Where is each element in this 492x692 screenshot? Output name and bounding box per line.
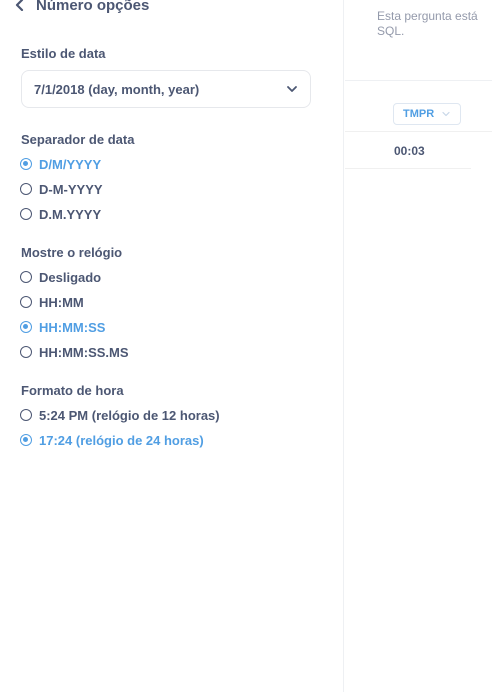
date-style-label: Estilo de data bbox=[21, 46, 106, 61]
radio-separator-slash[interactable]: D/M/YYYY bbox=[20, 155, 101, 173]
radio-circle bbox=[20, 158, 32, 170]
radio-circle bbox=[20, 208, 32, 220]
native-query-notice: Esta pergunta está SQL. bbox=[377, 9, 492, 39]
radio-label: HH:MM bbox=[39, 294, 84, 310]
radio-clock-hhmmssms[interactable]: HH:MM:SS.MS bbox=[20, 343, 129, 361]
radio-separator-dot[interactable]: D.M.YYYY bbox=[20, 205, 101, 223]
sidebar: Número opções Estilo de data 7/1/2018 (d… bbox=[0, 0, 344, 692]
radio-clock-hhmm[interactable]: HH:MM bbox=[20, 293, 84, 311]
radio-label: D/M/YYYY bbox=[39, 156, 102, 172]
radio-circle bbox=[20, 183, 32, 195]
radio-label: D.M.YYYY bbox=[39, 206, 102, 222]
show-clock-label: Mostre o relógio bbox=[21, 245, 123, 260]
results-panel: Esta pergunta está SQL. TMPR 00:03 bbox=[345, 0, 492, 692]
date-style-select[interactable]: 7/1/2018 (day, month, year) bbox=[21, 70, 311, 108]
chevron-left-icon bbox=[15, 0, 24, 11]
divider bbox=[345, 80, 492, 81]
divider bbox=[345, 168, 471, 169]
radio-circle bbox=[20, 296, 32, 308]
radio-circle bbox=[20, 321, 32, 333]
table-cell: 00:03 bbox=[394, 144, 425, 158]
back-button[interactable]: Número opções bbox=[14, 0, 149, 16]
radio-circle bbox=[20, 434, 32, 446]
radio-label: 5:24 PM (relógio de 12 horas) bbox=[39, 407, 220, 423]
panel-title: Número opções bbox=[36, 0, 150, 14]
column-header-tmpr[interactable]: TMPR bbox=[393, 103, 461, 125]
radio-clock-hhmmss[interactable]: HH:MM:SS bbox=[20, 318, 105, 336]
notice-line: Esta pergunta está bbox=[377, 9, 478, 23]
date-separator-label: Separador de data bbox=[21, 132, 135, 147]
column-header-label: TMPR bbox=[403, 108, 435, 120]
radio-time-24h[interactable]: 17:24 (relógio de 24 horas) bbox=[20, 431, 204, 449]
radio-label: D-M-YYYY bbox=[39, 181, 103, 197]
radio-clock-off[interactable]: Desligado bbox=[20, 268, 101, 286]
radio-time-12h[interactable]: 5:24 PM (relógio de 12 horas) bbox=[20, 406, 220, 424]
radio-circle bbox=[20, 409, 32, 421]
radio-circle bbox=[20, 271, 32, 283]
chevron-down-icon bbox=[442, 111, 450, 117]
chevron-down-icon bbox=[287, 86, 297, 92]
radio-label: 17:24 (relógio de 24 horas) bbox=[39, 432, 204, 448]
radio-label: HH:MM:SS bbox=[39, 319, 106, 335]
radio-label: HH:MM:SS.MS bbox=[39, 344, 129, 360]
time-format-label: Formato de hora bbox=[21, 383, 124, 398]
notice-line: SQL. bbox=[377, 24, 405, 38]
radio-label: Desligado bbox=[39, 269, 102, 285]
date-style-value: 7/1/2018 (day, month, year) bbox=[34, 81, 200, 97]
divider bbox=[345, 131, 492, 132]
radio-circle bbox=[20, 346, 32, 358]
radio-separator-dash[interactable]: D-M-YYYY bbox=[20, 180, 103, 198]
